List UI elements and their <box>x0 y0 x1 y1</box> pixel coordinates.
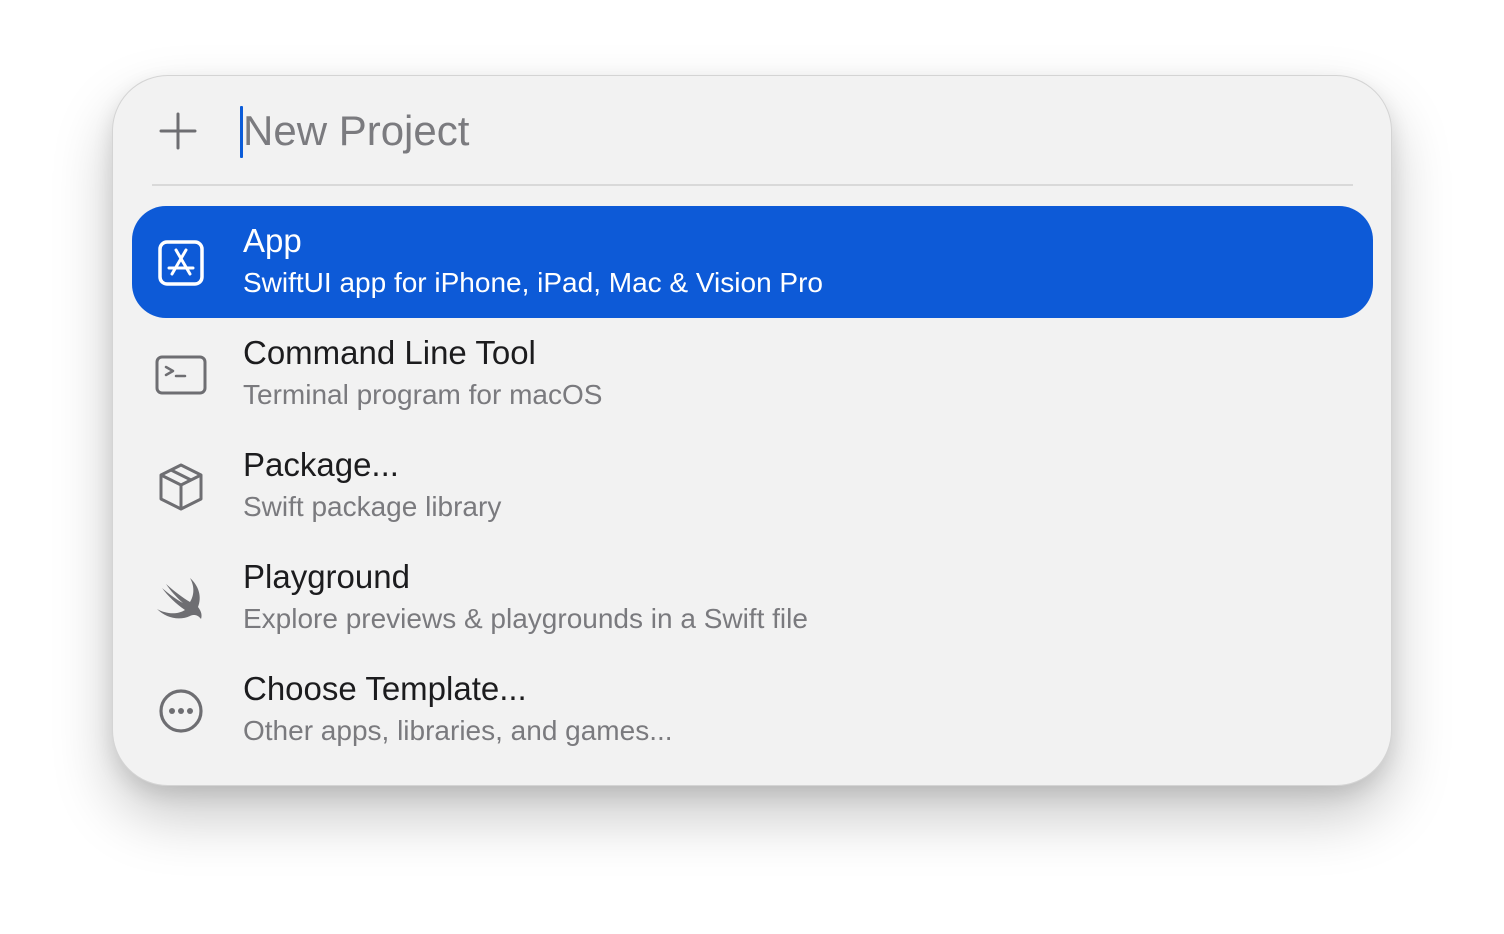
swift-icon <box>154 572 208 626</box>
new-project-panel: App SwiftUI app for iPhone, iPad, Mac & … <box>112 75 1392 786</box>
list-item-subtitle: Swift package library <box>243 491 502 522</box>
project-type-list: App SwiftUI app for iPhone, iPad, Mac & … <box>132 206 1373 766</box>
list-item-command-line-tool[interactable]: Command Line Tool Terminal program for m… <box>132 318 1373 430</box>
list-item-playground[interactable]: Playground Explore previews & playground… <box>132 542 1373 654</box>
list-item-package[interactable]: Package... Swift package library <box>132 430 1373 542</box>
list-item-title: App <box>243 222 302 259</box>
list-item-title: Choose Template... <box>243 670 527 707</box>
list-item-subtitle: Explore previews & playgrounds in a Swif… <box>243 603 808 634</box>
list-item-subtitle: Terminal program for macOS <box>243 379 603 410</box>
terminal-icon <box>154 348 208 402</box>
divider <box>152 184 1353 186</box>
list-item-app[interactable]: App SwiftUI app for iPhone, iPad, Mac & … <box>132 206 1373 318</box>
search-header <box>113 76 1391 186</box>
list-item-subtitle: SwiftUI app for iPhone, iPad, Mac & Visi… <box>243 267 823 298</box>
app-store-icon <box>154 236 208 290</box>
text-caret <box>240 106 243 158</box>
ellipsis-circle-icon <box>154 684 208 738</box>
plus-icon <box>157 110 199 152</box>
list-item-subtitle: Other apps, libraries, and games... <box>243 715 673 746</box>
list-item-choose-template[interactable]: Choose Template... Other apps, libraries… <box>132 654 1373 766</box>
package-box-icon <box>154 460 208 514</box>
list-item-title: Playground <box>243 558 410 595</box>
list-item-title: Command Line Tool <box>243 334 536 371</box>
list-item-title: Package... <box>243 446 399 483</box>
search-input[interactable] <box>239 102 1143 160</box>
